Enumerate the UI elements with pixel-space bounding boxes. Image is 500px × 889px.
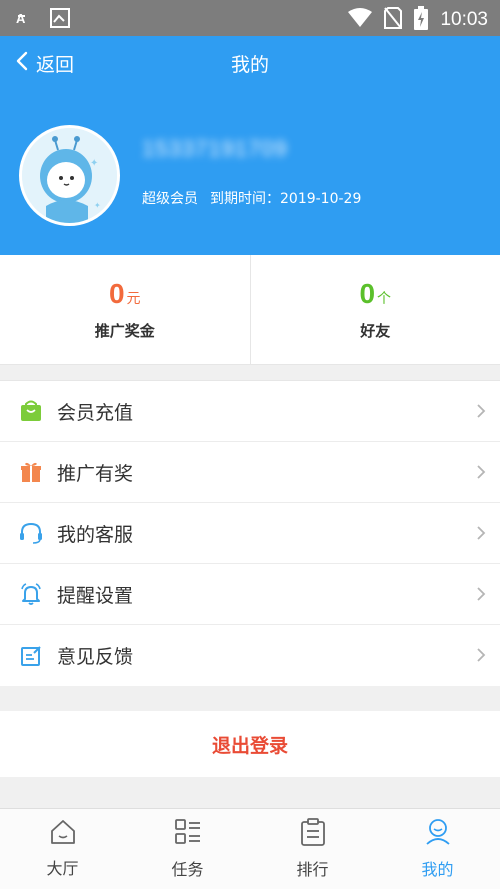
logout-label: 退出登录 [211,734,288,757]
headset-icon [19,521,43,545]
image-notification-icon [50,8,70,32]
tab-tasks[interactable]: 任务 [125,809,250,889]
tab-ranking[interactable]: 排行 [250,809,375,889]
stat-bonus-label: 推广奖金 [94,322,155,340]
shopping-bag-icon [19,399,43,423]
chevron-right-icon [476,464,486,484]
chevron-right-icon [476,586,486,606]
stat-bonus-unit: 元 [126,291,141,307]
tab-mine[interactable]: 我的 [375,809,500,889]
chevron-left-icon [16,51,28,76]
tab-label: 任务 [171,860,204,879]
user-icon [424,818,452,850]
svg-text:A: A [16,11,26,26]
home-icon [49,819,77,849]
bottom-tab-bar: 大厅 任务 排行 我的 [0,808,500,889]
menu-item-feedback[interactable]: 意见反馈 [0,625,500,686]
settings-menu: 会员充值 推广有奖 我的客服 提醒设置 意见反馈 [0,380,500,686]
svg-text:✦: ✦ [94,201,101,210]
menu-item-recharge[interactable]: 会员充值 [0,381,500,442]
account-phone: 15337191709 [142,136,288,161]
feedback-icon [19,644,43,668]
status-bar: A 10:03 [0,0,500,36]
tab-lobby[interactable]: 大厅 [0,809,125,889]
wifi-icon [348,8,373,32]
chevron-right-icon [476,403,486,423]
menu-item-label: 提醒设置 [57,584,134,607]
back-button[interactable]: 返回 [16,50,74,77]
stat-friends-value: 0 [359,278,376,309]
tab-label: 排行 [296,860,329,879]
menu-item-label: 会员充值 [57,401,134,424]
status-time: 10:03 [440,9,488,30]
svg-text:✦: ✦ [90,158,98,169]
avatar[interactable]: ✦ ✦ [19,125,120,226]
no-sim-icon [384,7,403,33]
chevron-right-icon [476,525,486,545]
stat-friends-value-group: 0 个 [359,278,391,310]
menu-item-label: 推广有奖 [57,462,134,485]
stat-bonus-value-group: 0 元 [109,278,141,310]
page-title: 我的 [230,54,269,76]
battery-charging-icon [414,6,429,34]
stat-friends-unit: 个 [377,291,392,307]
menu-item-label: 意见反馈 [57,646,134,668]
font-icon: A [16,10,36,30]
stat-bonus-value: 0 [108,278,125,309]
back-label: 返回 [36,54,75,76]
menu-item-label: 我的客服 [57,523,134,546]
menu-item-reminders[interactable]: 提醒设置 [0,564,500,625]
grid-list-icon [174,818,202,850]
stat-bonus[interactable]: 0 元 推广奖金 [0,255,250,364]
menu-item-customer-service[interactable]: 我的客服 [0,503,500,564]
membership-expiry: 到期时间：2019-10-29 [210,191,362,207]
stat-friends[interactable]: 0 个 好友 [249,255,500,364]
profile-header: 返回 我的 ✦ ✦ 15337191709 超级会员 到期时间：2019-10-… [0,36,500,255]
membership-info: 超级会员 到期时间：2019-10-29 [142,188,361,208]
clipboard-icon [300,818,326,850]
bell-icon [19,582,43,606]
chevron-right-icon [476,647,486,667]
tab-label: 大厅 [46,859,79,878]
logout-button[interactable]: 退出登录 [0,711,500,777]
menu-item-referral[interactable]: 推广有奖 [0,442,500,503]
stat-friends-label: 好友 [360,322,391,340]
stats-panel: 0 元 推广奖金 0 个 好友 [0,255,500,365]
gift-icon [19,460,43,484]
tab-label: 我的 [421,860,454,879]
membership-level: 超级会员 [142,191,198,207]
